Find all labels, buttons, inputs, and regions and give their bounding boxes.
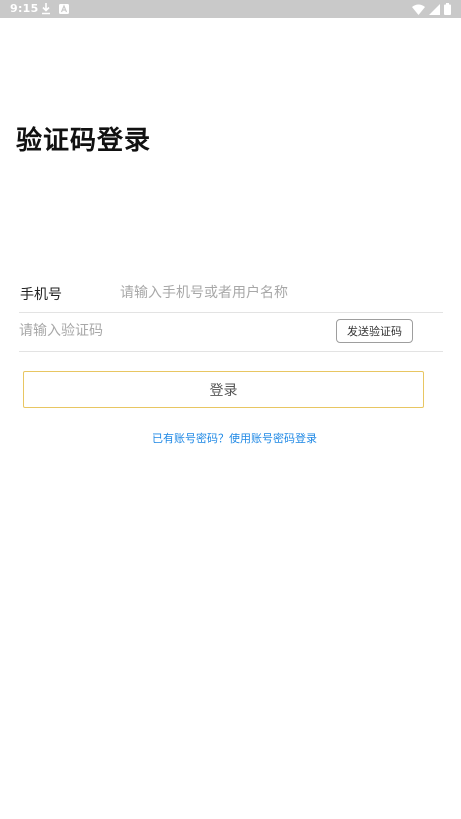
login-button[interactable]: 登录: [23, 371, 424, 408]
phone-label: 手机号: [20, 287, 62, 303]
code-row: 发送验证码: [19, 313, 443, 352]
download-icon: [41, 3, 51, 15]
send-code-button[interactable]: 发送验证码: [336, 319, 413, 343]
phone-input[interactable]: [120, 283, 420, 303]
status-left-icons: [41, 2, 69, 16]
status-right-icons: [412, 2, 451, 16]
status-bar: 9:15: [0, 0, 461, 18]
status-time: 9:15: [10, 2, 39, 15]
page-title: 验证码登录: [16, 126, 152, 156]
a-box-icon: [59, 4, 69, 14]
battery-icon: [444, 3, 451, 15]
phone-row: 手机号: [19, 274, 443, 313]
wifi-icon: [412, 4, 425, 15]
password-login-link[interactable]: 已有账号密码？使用账号密码登录: [0, 430, 461, 446]
signal-icon: [429, 3, 440, 15]
verification-code-input[interactable]: [19, 321, 319, 341]
